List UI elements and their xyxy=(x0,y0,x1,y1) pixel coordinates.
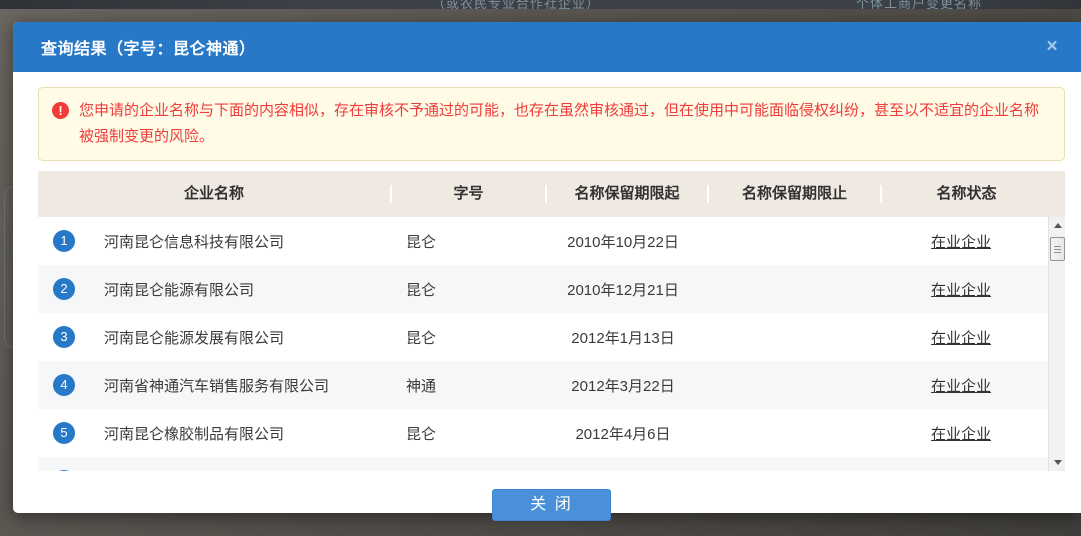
row-index-badge: 4 xyxy=(53,374,75,396)
scrollbar-thumb[interactable] xyxy=(1050,237,1065,261)
trade-name-cell: 昆仑 xyxy=(390,231,543,252)
reserve-start-cell: 2010年12月21日 xyxy=(543,279,703,300)
row-index-badge xyxy=(53,470,75,471)
name-status-cell: 在业企业 xyxy=(874,279,1048,300)
dialog-footer: 关 闭 xyxy=(38,489,1065,521)
reserve-start-cell: 2012年4月6日 xyxy=(543,423,703,444)
column-header-reserve-end: 名称保留期限止 xyxy=(707,185,880,203)
table-row: 1 河南昆仑信息科技有限公司昆仑2010年10月22日 在业企业 xyxy=(38,217,1048,265)
company-name-cell: 河南昆仑能源有限公司 xyxy=(90,279,390,300)
row-index-badge-cell: 4 xyxy=(38,374,90,396)
column-header-trade-name: 字号 xyxy=(390,185,545,203)
column-header-company-name: 企业名称 xyxy=(38,185,390,203)
row-index-badge-cell: 5 xyxy=(38,422,90,444)
status-link[interactable]: 在业企业 xyxy=(931,282,991,299)
company-name-cell: 河南昆仑能源发展有限公司 xyxy=(90,327,390,348)
close-icon[interactable]: × xyxy=(1041,36,1063,58)
reserve-start-cell: 2010年10月22日 xyxy=(543,231,703,252)
warning-icon: ! xyxy=(52,102,69,119)
name-status-cell: 在业企业 xyxy=(874,423,1048,444)
background-page-strip: （或农民专业合作社企业） 个体工商户变更名称 xyxy=(0,0,1081,9)
column-header-reserve-start: 名称保留期限起 xyxy=(545,185,707,203)
company-name-cell: 河南昆仑信息科技有限公司 xyxy=(90,231,390,252)
company-name-cell: 河南昆仑橡胶制品有限公司 xyxy=(90,423,390,444)
scrollbar-down-arrow-icon[interactable] xyxy=(1049,454,1065,471)
status-link[interactable]: 在业企业 xyxy=(931,378,991,395)
trade-name-cell: 昆仑 xyxy=(390,279,543,300)
warning-banner: ! 您申请的企业名称与下面的内容相似，存在审核不予通过的可能，也存在虽然审核通过… xyxy=(38,87,1065,161)
dialog-body: ! 您申请的企业名称与下面的内容相似，存在审核不予通过的可能，也存在虽然审核通过… xyxy=(13,72,1081,521)
trade-name-cell: 神通 xyxy=(390,375,543,396)
company-name-cell: 河南省神通汽车销售服务有限公司 xyxy=(90,375,390,396)
table-row: 3 河南昆仑能源发展有限公司昆仑2012年1月13日 在业企业 xyxy=(38,313,1048,361)
status-link[interactable]: 在业企业 xyxy=(931,234,991,251)
table-row xyxy=(38,457,1048,471)
row-index-badge: 1 xyxy=(53,230,75,252)
table-row: 2 河南昆仑能源有限公司昆仑2010年12月21日 在业企业 xyxy=(38,265,1048,313)
row-index-badge-cell: 2 xyxy=(38,278,90,300)
name-status-cell: 在业企业 xyxy=(874,327,1048,348)
table-row: 5 河南昆仑橡胶制品有限公司昆仑2012年4月6日 在业企业 xyxy=(38,409,1048,457)
reserve-start-cell: 2012年3月22日 xyxy=(543,375,703,396)
row-index-badge-cell: 1 xyxy=(38,230,90,252)
table-rows: 1河南昆仑信息科技有限公司昆仑2010年10月22日在业企业2河南昆仑能源有限公… xyxy=(38,217,1048,471)
vertical-scrollbar[interactable] xyxy=(1048,217,1065,471)
scrollbar-up-arrow-icon[interactable] xyxy=(1049,217,1065,234)
query-result-dialog: 查询结果（字号：昆仑神通） × ! 您申请的企业名称与下面的内容相似，存在审核不… xyxy=(13,22,1081,513)
row-index-badge-cell xyxy=(38,470,90,471)
result-table: 企业名称 字号 名称保留期限起 名称保留期限止 名称状态 1 河南昆仑信息科技有限… xyxy=(38,171,1065,471)
name-status-cell: 在业企业 xyxy=(874,231,1048,252)
background-text-fragment: （或农民专业合作社企业） xyxy=(432,0,600,9)
table-row: 4 河南省神通汽车销售服务有限公司神通2012年3月22日 在业企业 xyxy=(38,361,1048,409)
dialog-header: 查询结果（字号：昆仑神通） × xyxy=(13,22,1081,72)
trade-name-cell: 昆仑 xyxy=(390,327,543,348)
reserve-start-cell: 2012年1月13日 xyxy=(543,327,703,348)
name-status-cell: 在业企业 xyxy=(874,375,1048,396)
table-body-viewport: 1河南昆仑信息科技有限公司昆仑2010年10月22日在业企业2河南昆仑能源有限公… xyxy=(38,217,1065,471)
warning-text: 您申请的企业名称与下面的内容相似，存在审核不予通过的可能，也存在虽然审核通过，但… xyxy=(79,102,1039,145)
dialog-title: 查询结果（字号：昆仑神通） xyxy=(13,35,256,59)
row-index-badge-cell: 3 xyxy=(38,326,90,348)
close-button[interactable]: 关 闭 xyxy=(492,489,611,521)
row-index-badge: 2 xyxy=(53,278,75,300)
trade-name-cell: 昆仑 xyxy=(390,423,543,444)
column-header-name-status: 名称状态 xyxy=(880,185,1051,203)
row-index-badge: 5 xyxy=(53,422,75,444)
row-index-badge: 3 xyxy=(53,326,75,348)
table-header-row: 企业名称 字号 名称保留期限起 名称保留期限止 名称状态 xyxy=(38,171,1065,217)
background-text-fragment: 个体工商户变更名称 xyxy=(856,0,982,9)
status-link[interactable]: 在业企业 xyxy=(931,426,991,443)
status-link[interactable]: 在业企业 xyxy=(931,330,991,347)
